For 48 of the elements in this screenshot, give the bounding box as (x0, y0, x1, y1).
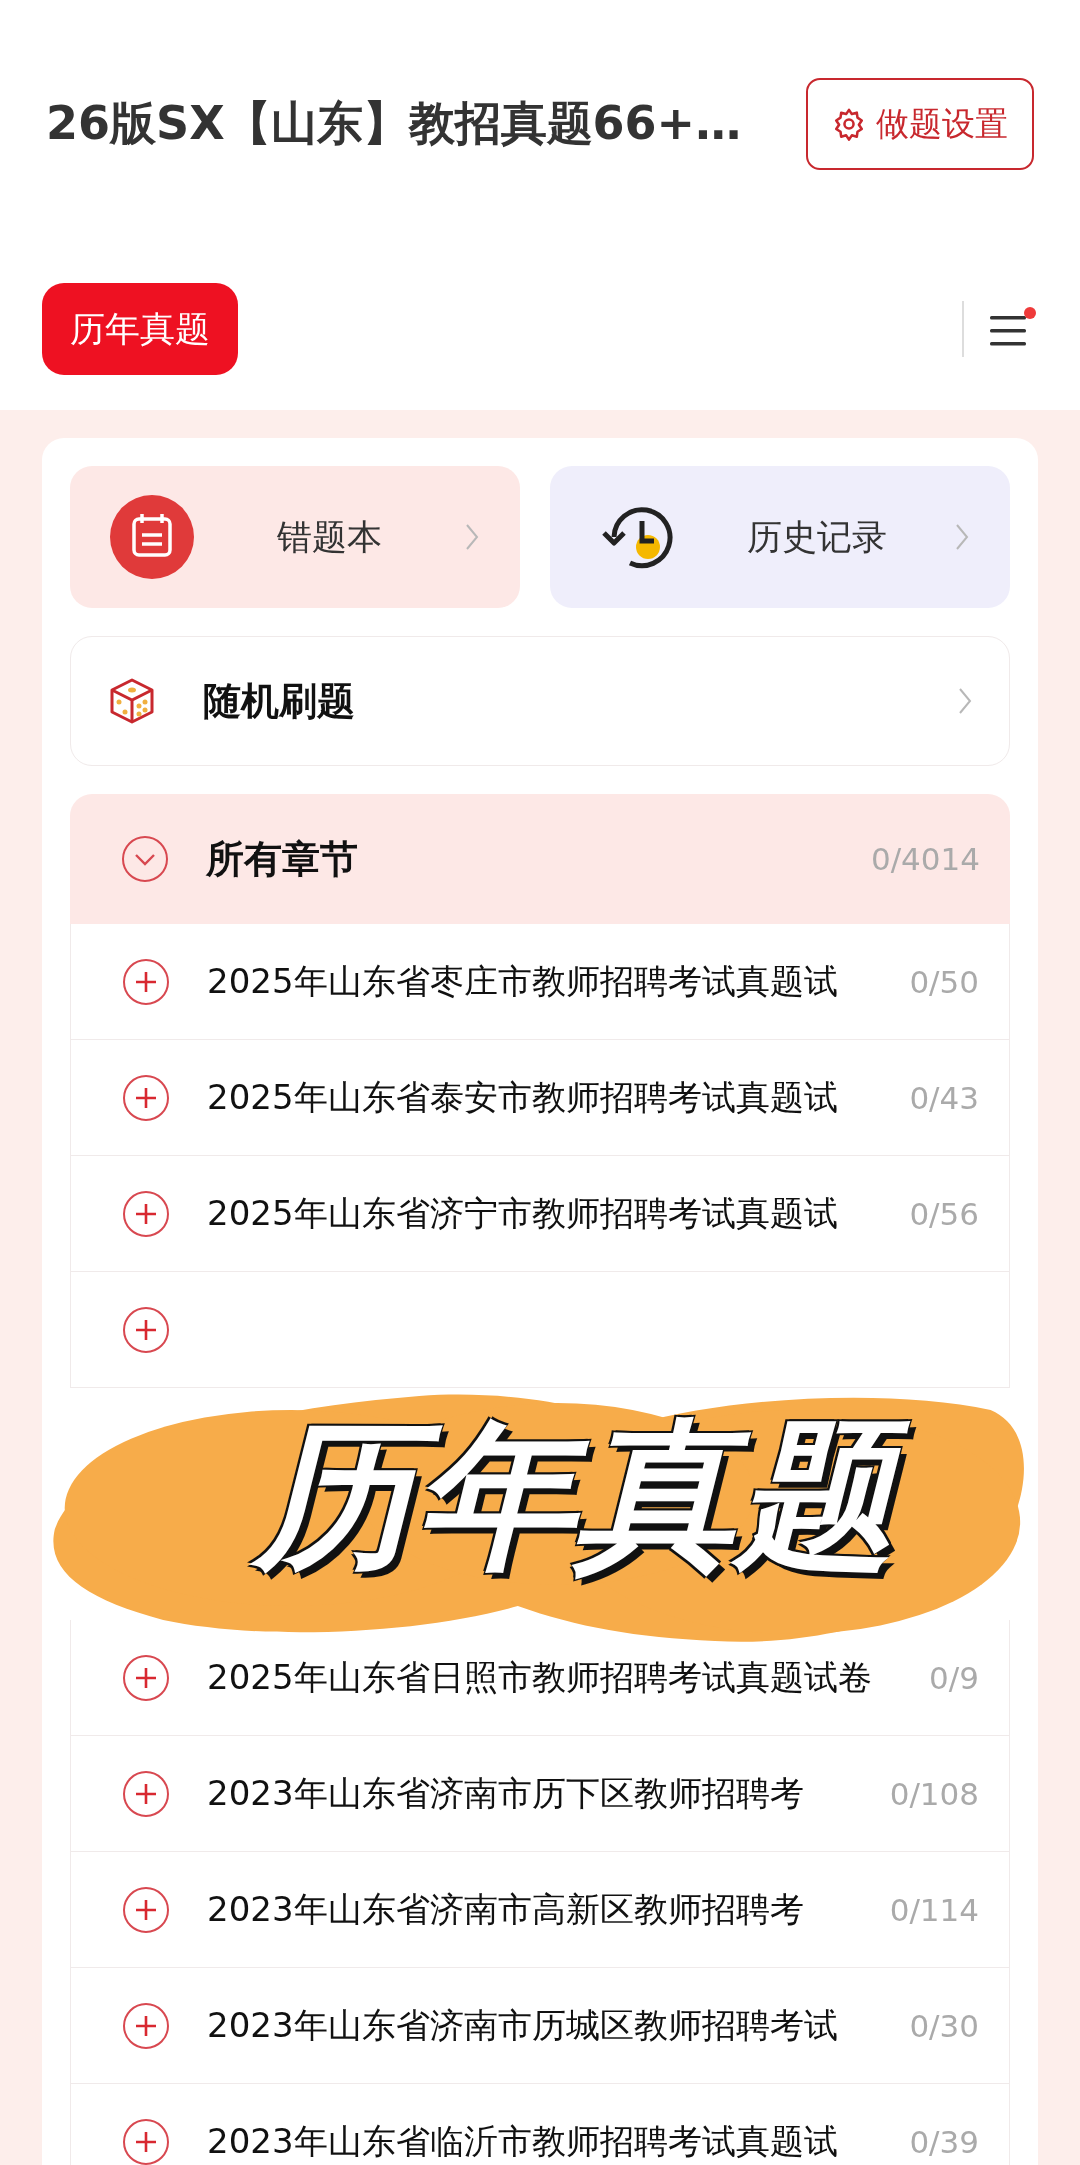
expand-plus-icon (121, 1072, 171, 1123)
expand-plus-icon[interactable] (121, 1304, 171, 1355)
settings-icon (832, 107, 866, 141)
chapter-count: 0/108 (889, 1775, 979, 1812)
chapter-title: 2023年山东省济南市高新区教师招聘考 (207, 1887, 805, 1931)
shortcut-tile[interactable]: 历史记录 (550, 466, 1010, 608)
chapter-count: 0/114 (889, 1891, 979, 1928)
notebook-icon (110, 495, 194, 579)
chapter-count: 0/9 (929, 1659, 979, 1696)
expand-plus-icon (121, 2000, 171, 2051)
chapter-title: 2023年山东省济南市历下区教师招聘考 (207, 1771, 805, 1815)
overlay-caption: 历年真题 (245, 1408, 925, 1594)
chapter-row[interactable]: 2023年山东省济南市高新区教师招聘考 0/114 (70, 1852, 1010, 1968)
chapter-row[interactable]: 2025年山东省泰安市教师招聘考试真题试 0/43 (70, 1040, 1010, 1156)
chevron-icon (957, 686, 973, 716)
chapter-count: 0/43 (909, 1079, 979, 1116)
section-title: 所有章节 (206, 835, 359, 883)
chevron-icon (464, 522, 480, 552)
chapter-title: 2025年山东省日照市教师招聘考试真题试卷 (207, 1655, 873, 1699)
expand-plus-icon (121, 956, 171, 1007)
chapter-row[interactable]: 2025年山东省枣庄市教师招聘考试真题试 0/50 (70, 924, 1010, 1040)
chapter-title: 2025年山东省枣庄市教师招聘考试真题试 (207, 959, 839, 1003)
settings-button[interactable]: 做题设置 (806, 78, 1034, 170)
section-header[interactable]: 所有章节 0/4014 (70, 794, 1010, 924)
chapter-count: 0/30 (909, 2007, 979, 2044)
chapter-count: 0/39 (909, 2123, 979, 2160)
chapter-title: 2025年山东省泰安市教师招聘考试真题试 (207, 1075, 839, 1119)
chapter-title: 2023年山东省济南市历城区教师招聘考试 (207, 2003, 839, 2047)
shortcut-label: 错题本 (275, 515, 383, 559)
expand-plus-icon (121, 1884, 171, 1935)
chapter-title: 2025年山东省济宁市教师招聘考试真题试 (207, 1191, 839, 1235)
shortcut-tile[interactable]: 错题本 (70, 466, 520, 608)
random-practice-row[interactable]: 随机刷题 (70, 636, 1010, 766)
expand-plus-icon (121, 1188, 171, 1239)
expand-plus-icon (121, 1652, 171, 1703)
chapter-row[interactable]: 2023年山东省济南市历城区教师招聘考试 0/30 (70, 1968, 1010, 2084)
chapter-row[interactable]: 2025年山东省济宁市教师招聘考试真题试 0/56 (70, 1156, 1010, 1272)
chapter-count: 0/50 (909, 963, 979, 1000)
chapter-title: 2023年山东省临沂市教师招聘考试真题试 (207, 2119, 839, 2163)
tab[interactable]: 历年真题 (42, 283, 238, 375)
section-count: 0/4014 (870, 841, 980, 877)
chapter-row[interactable]: 2023年山东省临沂市教师招聘考试真题试 0/39 (70, 2084, 1010, 2165)
expand-plus-icon (121, 1768, 171, 1819)
chapter-row[interactable]: 2023年山东省济南市历下区教师招聘考 0/108 (70, 1736, 1010, 1852)
page-title: 26版SX【山东】教招真题66+… (46, 95, 742, 152)
shortcut-label: 历史记录 (746, 515, 888, 559)
chevron-icon (954, 522, 970, 552)
chapter-count: 0/56 (909, 1195, 979, 1232)
